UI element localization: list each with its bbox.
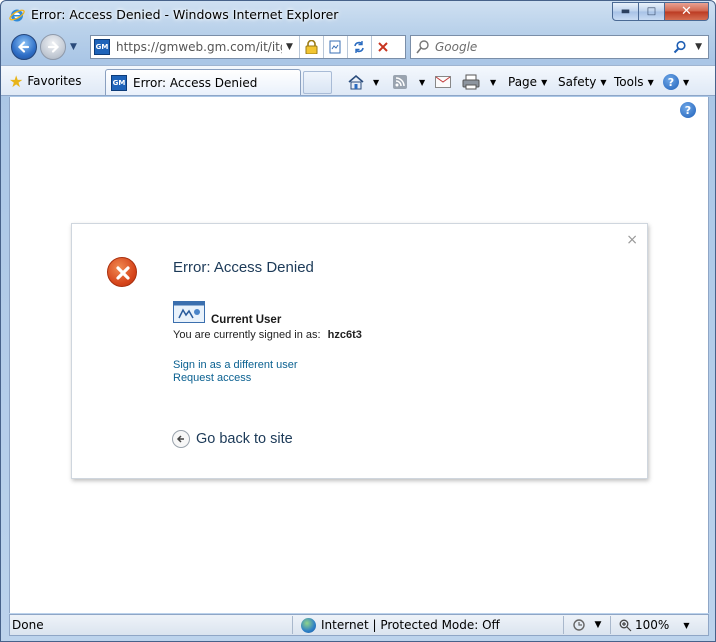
browser-window: Error: Access Denied - Windows Internet … bbox=[0, 0, 716, 642]
compatibility-view-button[interactable] bbox=[322, 36, 347, 58]
go-back-link[interactable]: Go back to site bbox=[172, 430, 293, 448]
window-controls: ▬ □ ✕ bbox=[612, 2, 709, 21]
search-box[interactable]: Google ▼ bbox=[410, 35, 709, 59]
ie-logo-icon bbox=[9, 9, 25, 22]
safety-menu[interactable]: Safety ▼ bbox=[558, 71, 607, 93]
signed-in-line: You are currently signed in as: hzc6t3 bbox=[173, 329, 362, 341]
search-go-button[interactable] bbox=[665, 40, 695, 54]
stop-button[interactable] bbox=[370, 36, 395, 58]
home-button[interactable]: ▼ bbox=[347, 71, 379, 93]
safety-dropdown-icon: ▼ bbox=[600, 77, 607, 87]
dialog-title: Error: Access Denied bbox=[173, 259, 314, 276]
back-arrow-circle-icon bbox=[172, 430, 190, 448]
safety-menu-label: Safety bbox=[558, 75, 597, 89]
feeds-dropdown-icon[interactable]: ▼ bbox=[419, 78, 425, 87]
refresh-button[interactable] bbox=[346, 36, 371, 58]
search-options-dropdown-icon[interactable]: ▼ bbox=[695, 42, 702, 52]
stop-icon bbox=[378, 42, 389, 52]
zoom-value: 100% bbox=[635, 618, 670, 632]
page-content: ? × Error: Access Denied Current User Yo… bbox=[9, 97, 709, 613]
tools-dropdown-icon: ▼ bbox=[647, 77, 654, 87]
go-back-label: Go back to site bbox=[196, 431, 293, 447]
page-menu[interactable]: Page ▼ bbox=[508, 71, 547, 93]
maximize-button[interactable]: □ bbox=[639, 2, 665, 21]
compatibility-page-icon bbox=[329, 40, 341, 54]
favorites-label: Favorites bbox=[27, 74, 82, 88]
page-menu-label: Page bbox=[508, 75, 538, 89]
site-favicon: GM bbox=[94, 39, 110, 55]
zone-text: Internet | Protected Mode: Off bbox=[321, 618, 500, 632]
feeds-button[interactable]: ▼ bbox=[393, 71, 425, 93]
help-menu[interactable]: ? ▼ bbox=[663, 71, 689, 93]
forward-arrow-icon bbox=[47, 41, 60, 53]
dialog-close-button[interactable]: × bbox=[626, 232, 638, 248]
user-id: hzc6t3 bbox=[327, 329, 362, 341]
tab-error-access-denied[interactable]: GM Error: Access Denied bbox=[105, 69, 301, 95]
current-user-heading: Current User bbox=[211, 314, 282, 326]
tools-menu[interactable]: Tools ▼ bbox=[614, 71, 654, 93]
refresh-icon bbox=[354, 41, 365, 53]
help-icon: ? bbox=[663, 74, 679, 90]
signed-in-text: You are currently signed in as: bbox=[173, 329, 321, 341]
sign-in-different-user-link[interactable]: Sign in as a different user bbox=[173, 359, 298, 371]
minimize-button[interactable]: ▬ bbox=[612, 2, 639, 21]
status-bar: Done Internet | Protected Mode: Off ▼ 10… bbox=[9, 614, 709, 636]
protected-mode-dropdown-icon: ▼ bbox=[594, 620, 602, 630]
new-tab-button[interactable] bbox=[303, 71, 332, 94]
tab-label: Error: Access Denied bbox=[133, 75, 258, 90]
close-button[interactable]: ✕ bbox=[665, 2, 709, 21]
rss-feed-icon bbox=[393, 75, 407, 89]
window-title: Error: Access Denied - Windows Internet … bbox=[31, 7, 339, 22]
search-provider-icon bbox=[416, 40, 429, 54]
zoom-dropdown-icon: ▼ bbox=[683, 620, 690, 630]
address-dropdown-icon[interactable]: ▼ bbox=[286, 42, 293, 52]
status-text: Done bbox=[12, 618, 44, 632]
search-input[interactable]: Google bbox=[435, 40, 665, 54]
site-favicon: GM bbox=[111, 74, 127, 91]
request-access-link[interactable]: Request access bbox=[173, 372, 251, 384]
home-dropdown-icon[interactable]: ▼ bbox=[373, 78, 379, 87]
error-icon bbox=[107, 257, 137, 287]
command-bar: ★ Favorites GM Error: Access Denied ▼ ▼ bbox=[1, 65, 715, 96]
zoom-icon bbox=[619, 619, 632, 631]
page-help-icon[interactable]: ? bbox=[680, 102, 696, 118]
printer-icon bbox=[462, 74, 480, 90]
address-bar[interactable]: GM https://gmweb.gm.com/it/itgn ▼ bbox=[90, 35, 406, 59]
access-denied-dialog: × Error: Access Denied Current User You … bbox=[71, 223, 648, 479]
favorites-button[interactable]: ★ Favorites bbox=[9, 70, 82, 92]
home-icon bbox=[348, 74, 364, 90]
help-dropdown-icon: ▼ bbox=[683, 77, 690, 87]
internet-globe-icon bbox=[301, 617, 316, 633]
star-icon: ★ bbox=[9, 71, 24, 91]
print-button[interactable]: ▼ bbox=[462, 71, 496, 93]
back-arrow-icon bbox=[17, 41, 30, 53]
current-user-icon bbox=[173, 301, 205, 323]
protected-mode-settings-button[interactable]: ▼ bbox=[564, 618, 610, 632]
security-lock-button[interactable] bbox=[298, 36, 323, 58]
recent-pages-dropdown-icon[interactable]: ▼ bbox=[70, 42, 77, 52]
status-separator bbox=[610, 616, 611, 634]
pop-up-settings-icon bbox=[572, 619, 585, 631]
mail-icon bbox=[435, 76, 451, 88]
title-bar: Error: Access Denied - Windows Internet … bbox=[1, 1, 715, 31]
tools-menu-label: Tools bbox=[614, 75, 644, 89]
forward-button[interactable] bbox=[40, 34, 66, 60]
lock-icon bbox=[305, 40, 318, 54]
security-zone[interactable]: Internet | Protected Mode: Off bbox=[301, 617, 563, 633]
zoom-level-button[interactable]: 100% ▼ bbox=[619, 618, 689, 632]
print-dropdown-icon[interactable]: ▼ bbox=[490, 78, 496, 87]
status-separator bbox=[292, 616, 293, 634]
navigation-bar: ▼ GM https://gmweb.gm.com/it/itgn ▼ Goog… bbox=[1, 32, 715, 64]
back-button[interactable] bbox=[11, 34, 37, 60]
search-icon bbox=[673, 40, 686, 54]
read-mail-button[interactable] bbox=[435, 71, 451, 93]
page-dropdown-icon: ▼ bbox=[541, 77, 548, 87]
url-text[interactable]: https://gmweb.gm.com/it/itgn bbox=[116, 40, 282, 54]
